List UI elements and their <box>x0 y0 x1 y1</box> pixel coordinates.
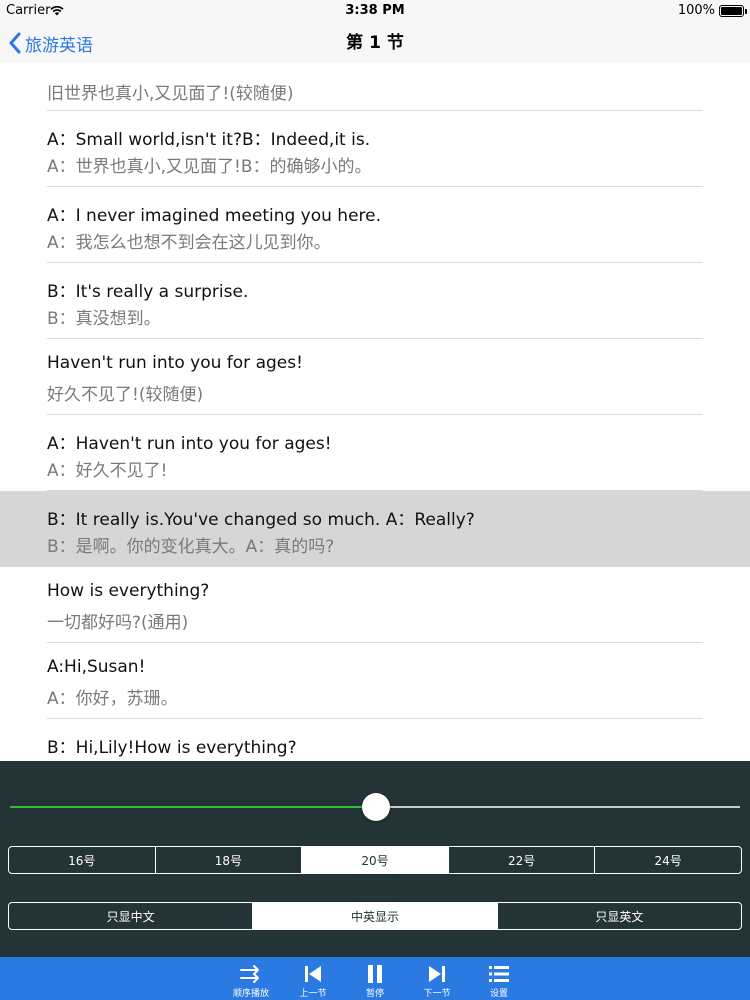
chinese-translation: B：是啊。你的变化真大。A：真的吗? <box>47 537 335 557</box>
sentence-row[interactable]: How is everything? 一切都好吗?(通用) <box>0 567 750 643</box>
tab-label: 设置 <box>489 989 508 999</box>
previous-icon <box>305 966 321 982</box>
tab-label: 顺序播放 <box>232 989 269 999</box>
english-sentence: A:Hi,Susan! <box>47 657 146 677</box>
status-bar: Carrier 3:38 PM 100% <box>0 0 750 22</box>
font-size-18-option[interactable]: 18号 <box>156 847 303 873</box>
english-sentence: Haven't run into you for ages! <box>47 353 303 373</box>
sentence-row[interactable]: A：I never imagined meeting you here. A：我怎… <box>0 187 750 263</box>
tab-label: 下一节 <box>423 989 451 999</box>
sentence-row[interactable]: B：It really is.You've changed so much. A… <box>0 491 750 567</box>
chinese-translation: 旧世界也真小,又见面了!(较随便) <box>47 84 294 104</box>
chinese-translation: 好久不见了!(较随便) <box>47 385 204 405</box>
sentence-row[interactable]: A:Hi,Susan! A：你好，苏珊。 <box>0 643 750 719</box>
font-size-selector: 16号 18号 20号 22号 24号 <box>8 846 742 874</box>
battery-icon <box>719 5 747 17</box>
tab-label: 上一节 <box>299 989 327 999</box>
english-sentence: B：It really is.You've changed so much. A… <box>47 510 475 530</box>
tab-label: 暂停 <box>365 989 384 999</box>
sentence-row[interactable]: Haven't run into you for ages! 好久不见了!(较随便… <box>0 339 750 415</box>
pause-button[interactable]: 暂停 <box>352 957 398 1000</box>
chinese-translation: 一切都好吗?(通用) <box>47 613 189 633</box>
status-time: 3:38 PM <box>345 3 405 18</box>
chinese-translation: A：世界也真小,又见面了!B：的确够小的。 <box>47 157 372 177</box>
sequential-play-button[interactable]: 顺序播放 <box>228 957 274 1000</box>
chevron-left-icon <box>9 32 21 54</box>
sentence-list[interactable]: 旧世界也真小,又见面了!(较随便) A：Small world,isn't it?… <box>0 63 750 761</box>
player-tab-bar: 顺序播放 上一节 暂停 下一节 设置 <box>0 957 750 1000</box>
chinese-translation: B：真没想到。 <box>47 309 161 329</box>
slider-fill <box>10 806 376 808</box>
list-settings-icon <box>489 966 509 982</box>
next-section-button[interactable]: 下一节 <box>414 957 460 1000</box>
english-sentence: How is everything? <box>47 581 210 601</box>
page-title: 第 1 节 <box>346 33 404 53</box>
pause-icon <box>368 965 382 983</box>
english-sentence: B：It's really a surprise. <box>47 282 249 302</box>
sentence-row[interactable]: 旧世界也真小,又见面了!(较随便) <box>0 63 750 111</box>
slider-thumb[interactable] <box>361 793 390 821</box>
battery-percentage: 100% <box>677 3 715 18</box>
display-mode-selector: 只显中文 中英显示 只显英文 <box>8 902 742 930</box>
font-size-20-option[interactable]: 20号 <box>302 847 449 873</box>
back-button[interactable]: 旅游英语 <box>8 22 93 64</box>
font-size-16-option[interactable]: 16号 <box>9 847 156 873</box>
english-sentence: A：I never imagined meeting you here. <box>47 206 382 226</box>
sentence-row[interactable]: A：Haven't run into you for ages! A：好久不见了! <box>0 415 750 491</box>
control-panel: 16号 18号 20号 22号 24号 只显中文 中英显示 只显英文 <box>0 761 750 957</box>
next-icon <box>429 966 445 982</box>
english-sentence: A：Haven't run into you for ages! <box>47 434 332 454</box>
repeat-icon <box>240 965 259 983</box>
english-only-option[interactable]: 只显英文 <box>498 903 741 929</box>
previous-section-button[interactable]: 上一节 <box>290 957 336 1000</box>
settings-button[interactable]: 设置 <box>476 957 522 1000</box>
navigation-bar: 旅游英语 第 1 节 <box>0 22 750 64</box>
font-size-22-option[interactable]: 22号 <box>449 847 596 873</box>
chinese-translation: A：你好，苏珊。 <box>47 689 178 709</box>
font-size-24-option[interactable]: 24号 <box>595 847 741 873</box>
chinese-only-option[interactable]: 只显中文 <box>9 903 254 929</box>
back-button-label: 旅游英语 <box>25 35 93 56</box>
chinese-translation: A：我怎么也想不到会在这儿见到你。 <box>47 233 331 253</box>
bilingual-option[interactable]: 中英显示 <box>253 903 498 929</box>
sentence-row[interactable]: B：Hi,Lily!How is everything?B：你好，莉莉。一切都好… <box>0 719 750 761</box>
english-sentence: A：Small world,isn't it?B：Indeed,it is. <box>47 130 371 150</box>
sentence-row[interactable]: B：It's really a surprise. B：真没想到。 <box>0 263 750 339</box>
chinese-translation: A：好久不见了! <box>47 461 168 481</box>
playback-progress-slider[interactable] <box>10 793 740 821</box>
sentence-row[interactable]: A：Small world,isn't it?B：Indeed,it is. A：… <box>0 111 750 187</box>
english-sentence: B：Hi,Lily!How is everything? <box>47 738 297 758</box>
